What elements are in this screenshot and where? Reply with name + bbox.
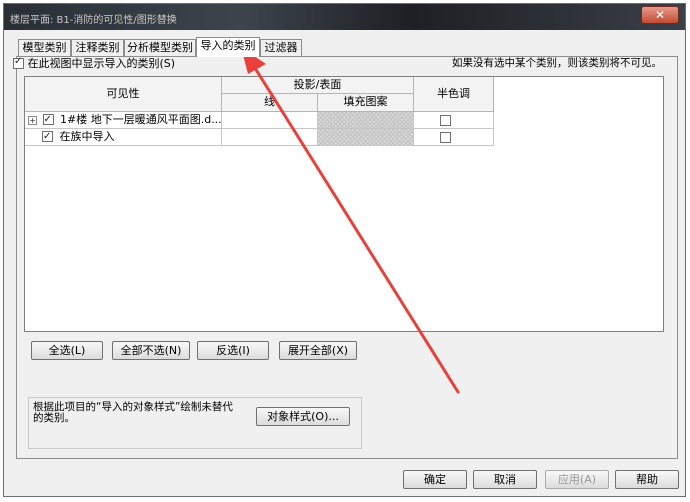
checkbox-icon[interactable] [42,129,53,144]
apply-button: 应用(A) [545,470,609,489]
checkbox-icon[interactable] [42,112,54,127]
header-projection-surface: 投影/表面 [222,77,414,94]
show-imported-label: 在此视图中显示导入的类别(S) [27,57,176,70]
select-none-button[interactable]: 全部不选(N) [112,341,190,360]
title-bar[interactable]: 楼层平面: B1-消防的可见性/图形替换 ✕ [4,4,685,30]
object-styles-group: 根据此项目的“导入的对象样式”绘制未替代的类别。 对象样式(O)... [28,397,362,449]
halftone-cell[interactable] [414,129,494,146]
tab-filters[interactable]: 过滤器 [260,39,302,56]
select-all-button[interactable]: 全选(L) [31,341,103,360]
checkbox-icon[interactable] [440,115,451,126]
category-name: 在族中导入 [59,130,115,143]
tab-imported-categories[interactable]: 导入的类别 [196,37,260,57]
invert-button[interactable]: 反选(I) [197,341,269,360]
ok-button[interactable]: 确定 [403,470,467,489]
close-icon[interactable]: ✕ [641,6,679,24]
tab-model-categories[interactable]: 模型类别 [18,39,71,56]
checkbox-icon[interactable] [440,132,451,143]
window-title: 楼层平面: B1-消防的可见性/图形替换 [10,15,177,26]
header-visibility: 可见性 [25,77,222,112]
expand-all-button[interactable]: 展开全部(X) [279,341,357,360]
cancel-button[interactable]: 取消 [473,470,537,489]
object-styles-button[interactable]: 对象样式(O)... [256,407,350,426]
lines-override-cell[interactable] [222,129,318,146]
header-fill-pattern[interactable]: 填充图案 [318,94,414,112]
table-row-visibility[interactable]: + 1#楼 地下一层暖通风平面图.d... [25,112,222,129]
table-row-visibility[interactable]: 在族中导入 [25,129,222,146]
header-lines[interactable]: 线 [222,94,318,112]
help-button[interactable]: 帮助 [615,470,679,489]
fill-pattern-cell[interactable] [318,112,414,129]
lines-override-cell[interactable] [222,112,318,129]
header-halftone: 半色调 [414,77,494,112]
show-imported-checkbox[interactable]: 在此视图中显示导入的类别(S) [13,55,176,70]
fill-pattern-cell[interactable] [318,129,414,146]
hint-text: 如果没有选中某个类别，则该类别将不可见。 [452,57,662,69]
checkbox-icon[interactable] [13,56,24,69]
object-styles-note: 根据此项目的“导入的对象样式”绘制未替代的类别。 [33,401,233,424]
tab-analytical-model-categories[interactable]: 分析模型类别 [124,39,196,56]
halftone-cell[interactable] [414,112,494,129]
tab-annotation-categories[interactable]: 注释类别 [71,39,124,56]
category-name: 1#楼 地下一层暖通风平面图.d... [60,113,222,126]
expand-icon[interactable]: + [28,116,37,125]
categories-table: 可见性 投影/表面 线 填充图案 半色调 + 1#楼 地下一层暖通风平面图.d.… [24,76,664,332]
